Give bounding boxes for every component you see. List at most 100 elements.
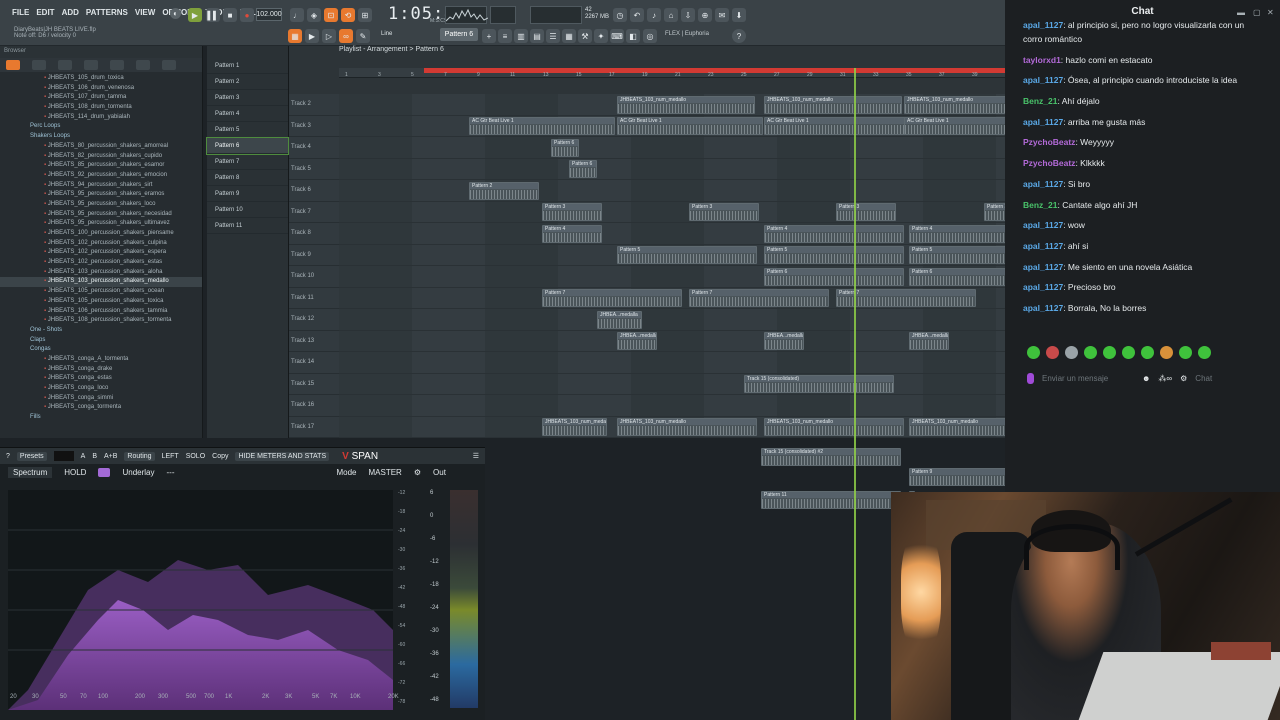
- track-lane[interactable]: [339, 201, 1005, 223]
- track-header[interactable]: Track 11: [289, 287, 339, 309]
- left-button[interactable]: LEFT: [162, 453, 179, 460]
- browser-file[interactable]: JHBEATS_85_percussion_shakers_esamor: [0, 161, 202, 171]
- playlist-clip[interactable]: JHBEA...medalla: [597, 310, 642, 329]
- playlist-clip[interactable]: JHBEATS_103_num_medallo: [764, 95, 902, 114]
- track-lane[interactable]: [339, 266, 1005, 288]
- browser-plugins-icon[interactable]: [84, 60, 98, 70]
- browser-file[interactable]: JHBEATS_conga_tormenta: [0, 403, 202, 413]
- pattern-item[interactable]: Pattern 7: [207, 154, 288, 170]
- browser-file[interactable]: JHBEATS_conga_simmi: [0, 394, 202, 404]
- browser-samples-icon[interactable]: [110, 60, 124, 70]
- emote-icon[interactable]: [1179, 346, 1192, 359]
- chat-username[interactable]: taylorxd1: [1023, 55, 1061, 65]
- browser-file[interactable]: JHBEATS_107_drum_tamma: [0, 93, 202, 103]
- browser-back-icon[interactable]: [6, 60, 20, 70]
- bits-icon[interactable]: [1027, 372, 1034, 384]
- pattern-item[interactable]: Pattern 3: [207, 90, 288, 106]
- pattern-item[interactable]: Pattern 5: [207, 122, 288, 138]
- menu-item[interactable]: ADD: [62, 8, 79, 17]
- chat-username[interactable]: apal_1127: [1023, 20, 1063, 30]
- tools-icon[interactable]: ⚒: [578, 29, 592, 43]
- browser-file[interactable]: JHBEATS_103_percussion_shakers_aloha: [0, 268, 202, 278]
- plugin-icon[interactable]: ⊕: [698, 8, 712, 22]
- browser-folder[interactable]: Shakers Loops: [0, 132, 202, 142]
- hide-meters-button[interactable]: HIDE METERS AND STATS: [235, 451, 330, 461]
- playlist-clip[interactable]: Track 15 (consolidated) #2: [761, 448, 901, 466]
- settings-gear-icon[interactable]: ⚙: [414, 468, 421, 477]
- wait-icon[interactable]: ◈: [307, 8, 321, 22]
- browser-folder[interactable]: Perc Loops: [0, 122, 202, 132]
- pat-song-toggle[interactable]: ▶: [188, 8, 202, 22]
- playlist-clip[interactable]: Pattern 11: [761, 491, 901, 509]
- master-button[interactable]: MASTER: [369, 468, 402, 477]
- emote-icon[interactable]: [1027, 346, 1040, 359]
- browser-file[interactable]: JHBEATS_106_percussion_shakers_tammia: [0, 307, 202, 317]
- download-icon[interactable]: ⬇: [732, 8, 746, 22]
- playlist-clip[interactable]: Pattern 2: [469, 181, 539, 200]
- touch-keyboard-icon[interactable]: ⌨: [610, 29, 624, 43]
- playlist-clip[interactable]: Pattern 7: [836, 289, 976, 307]
- track-header[interactable]: Track 7: [289, 201, 339, 223]
- track-header[interactable]: Track 17: [289, 416, 339, 438]
- chat-input[interactable]: Enviar un mensaje: [1042, 374, 1134, 383]
- b-button[interactable]: B: [92, 453, 97, 460]
- track-header[interactable]: Track 9: [289, 244, 339, 266]
- playlist-clip[interactable]: JHBEATS_103_num_medallo: [764, 418, 904, 436]
- pattern-item[interactable]: Pattern 2: [207, 74, 288, 90]
- track-lane[interactable]: [339, 223, 1005, 245]
- playlist-clip[interactable]: JHBEA...medalla: [617, 332, 657, 350]
- playlist-icon[interactable]: ▦: [562, 29, 576, 43]
- browser-file[interactable]: JHBEATS_114_drum_yabialah: [0, 113, 202, 123]
- emote-icon[interactable]: [1198, 346, 1211, 359]
- underlay-color-swatch[interactable]: [98, 468, 111, 477]
- playlist-clip[interactable]: Pattern 5: [764, 246, 904, 264]
- snap-icon[interactable]: ▦: [288, 29, 302, 43]
- browser-file[interactable]: JHBEATS_92_percussion_shakers_emocion: [0, 171, 202, 181]
- browser-file[interactable]: JHBEATS_95_percussion_shakers_ultimavez: [0, 219, 202, 229]
- pattern-item[interactable]: Pattern 11: [207, 218, 288, 234]
- rack-icon[interactable]: ◧: [626, 29, 640, 43]
- chat-icon[interactable]: ✉: [715, 8, 729, 22]
- playlist-clip[interactable]: AC Gtr Beat Live 1: [469, 117, 615, 135]
- points-icon[interactable]: ⁂∞: [1158, 374, 1172, 383]
- browser-file[interactable]: JHBEATS_105_percussion_shakers_toxica: [0, 297, 202, 307]
- playlist-clip[interactable]: AC Gtr Beat Live 1: [617, 117, 763, 135]
- underlay-button[interactable]: Underlay: [122, 468, 154, 477]
- browser-folder[interactable]: Congas: [0, 345, 202, 355]
- menu-item[interactable]: VIEW: [135, 8, 155, 17]
- mixer-icon[interactable]: ≡: [498, 29, 512, 43]
- track-header[interactable]: Track 10: [289, 266, 339, 288]
- playlist-clip[interactable]: Pattern 6: [551, 138, 579, 157]
- playlist-clip[interactable]: Pattern 6: [764, 267, 904, 286]
- browser-folder[interactable]: One - Shots: [0, 326, 202, 336]
- pattern-item[interactable]: Pattern 1: [207, 58, 288, 74]
- mode-button[interactable]: Mode: [336, 468, 356, 477]
- playlist-clip[interactable]: Pattern 3: [689, 203, 759, 221]
- countdown-icon[interactable]: ⊡: [324, 8, 338, 22]
- browser-file[interactable]: JHBEATS_102_percussion_shakers_estas: [0, 258, 202, 268]
- link-icon[interactable]: ∞: [339, 29, 353, 43]
- browser-file[interactable]: JHBEATS_108_drum_tormenta: [0, 103, 202, 113]
- playlist-ruler[interactable]: 1 3 5 7 9 11 13 15 17 19 21 23 25 27 29 31 33 35 37 39: [339, 68, 1005, 78]
- browser-file[interactable]: JHBEATS_108_percussion_shakers_tormenta: [0, 316, 202, 326]
- chat-username[interactable]: Benz_21: [1023, 200, 1058, 210]
- step-icon[interactable]: ▷: [322, 29, 336, 43]
- track-header[interactable]: Track 16: [289, 395, 339, 417]
- help-icon[interactable]: ?: [732, 29, 746, 43]
- browser-file[interactable]: JHBEATS_95_percussion_shakers_loco: [0, 200, 202, 210]
- playlist-clip[interactable]: Pattern 5: [617, 246, 757, 264]
- routing-button[interactable]: Routing: [124, 451, 155, 461]
- copy-button[interactable]: Copy: [212, 453, 228, 460]
- chat-username[interactable]: apal_1127: [1023, 241, 1063, 251]
- chat-send-button[interactable]: Chat: [1195, 374, 1212, 383]
- browser-file[interactable]: JHBEATS_conga_estas: [0, 374, 202, 384]
- browser-folder[interactable]: Claps: [0, 336, 202, 346]
- flex-icon[interactable]: ◎: [643, 29, 657, 43]
- track-header[interactable]: Track 2: [289, 94, 339, 116]
- emote-icon[interactable]: [1084, 346, 1097, 359]
- mic-icon[interactable]: ♪: [647, 8, 661, 22]
- chat-username[interactable]: apal_1127: [1023, 220, 1063, 230]
- browser-all-icon[interactable]: [32, 60, 46, 70]
- browser-file[interactable]: JHBEATS_105_percussion_shakers_ocean: [0, 287, 202, 297]
- chat-username[interactable]: apal_1127: [1023, 179, 1063, 189]
